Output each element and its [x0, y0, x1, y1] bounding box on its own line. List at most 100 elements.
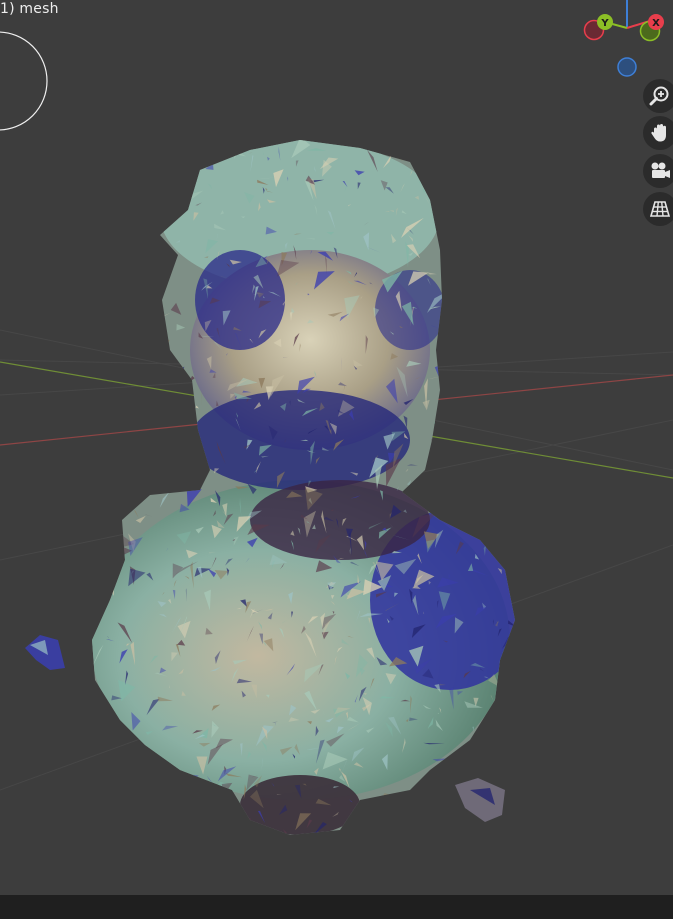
mesh-triangle [103, 424, 106, 438]
mesh-triangle [322, 140, 328, 143]
navigation-gizmo[interactable]: Y X [578, 0, 673, 84]
mesh-triangle [517, 449, 533, 475]
mesh-triangle [92, 811, 97, 825]
3d-viewport[interactable]: 1) mesh Y X [0, 0, 673, 895]
mesh-triangle [96, 457, 102, 461]
mesh-triangle [219, 795, 227, 809]
mesh-triangle [490, 337, 495, 359]
mesh-triangle [150, 293, 159, 307]
camera-button[interactable] [643, 154, 673, 188]
zoom-in-icon [649, 86, 669, 106]
mesh-triangle [449, 322, 459, 340]
mesh-triangle [495, 438, 500, 441]
mesh-triangle [147, 790, 165, 813]
mesh-triangle [153, 163, 158, 172]
mesh-triangle [474, 174, 483, 193]
mesh-triangle [168, 463, 184, 470]
mesh-triangle [113, 277, 122, 305]
mesh-triangle [452, 419, 463, 424]
mesh-triangle [439, 456, 459, 465]
mesh-triangle [445, 143, 462, 147]
mesh-triangle [441, 202, 444, 204]
mesh-triangle [421, 779, 425, 788]
mesh-triangle [92, 520, 93, 523]
mesh-triangle [106, 576, 115, 596]
mesh-triangle [484, 292, 490, 308]
mesh-triangle [137, 840, 142, 842]
mesh-triangle [514, 203, 515, 219]
camera-icon [651, 162, 670, 178]
mesh-triangle [503, 161, 511, 165]
mesh-triangle [113, 363, 118, 374]
mesh-triangle [170, 828, 177, 835]
scanned-mesh-bust[interactable] [0, 0, 673, 895]
gizmo-y-label: Y [600, 18, 609, 29]
mesh-triangle [428, 473, 432, 474]
mesh-triangle [132, 392, 138, 399]
mesh-triangle [193, 158, 197, 166]
mesh-triangle [115, 363, 126, 367]
mesh-triangle [136, 254, 142, 273]
pan-button[interactable] [643, 116, 673, 150]
mesh-triangle [373, 140, 380, 148]
mesh-triangle [141, 368, 159, 384]
mesh-triangle [520, 238, 530, 262]
mesh-triangle [490, 229, 497, 238]
mesh-triangle [93, 345, 97, 349]
mesh-triangle [525, 804, 546, 821]
mesh-triangle [118, 442, 122, 445]
mesh-triangle [178, 162, 188, 176]
mesh-triangle [159, 769, 171, 788]
mesh-triangle [129, 166, 133, 169]
gizmo-x-label: X [652, 18, 660, 29]
mesh-triangle [484, 447, 491, 461]
mesh-triangle [121, 783, 126, 791]
mesh-triangle [496, 175, 499, 177]
mesh-triangle [462, 340, 480, 366]
gizmo-neg-z[interactable] [617, 57, 637, 77]
mesh-triangle [118, 328, 126, 348]
mesh-triangle [463, 747, 471, 757]
mesh-triangle [92, 176, 106, 182]
mesh-triangle [521, 570, 529, 584]
mesh-triangle [487, 383, 490, 385]
mesh-triangle [178, 771, 181, 778]
mesh-triangle [518, 706, 527, 713]
mesh-triangle [84, 329, 92, 341]
mesh-triangle [449, 240, 454, 246]
mesh-triangle [486, 483, 501, 492]
mesh-triangle [171, 807, 174, 810]
mesh-triangle [442, 337, 447, 348]
mesh-triangle [155, 184, 160, 195]
status-bar [0, 895, 673, 919]
mesh-triangle [497, 367, 506, 379]
mesh-triangle [505, 400, 511, 420]
mesh-triangle [494, 306, 500, 314]
mesh-triangle [491, 454, 502, 472]
mesh-triangle [452, 211, 461, 214]
mesh-triangle [490, 748, 497, 758]
zoom-button[interactable] [643, 79, 673, 113]
mesh-triangle [462, 330, 470, 335]
mesh-triangle [102, 769, 105, 774]
mesh-triangle [504, 509, 508, 519]
mesh-triangle [502, 255, 505, 257]
mesh-triangle [491, 443, 500, 445]
mesh-triangle [490, 273, 497, 281]
mesh-triangle [501, 695, 512, 706]
mesh-triangle [102, 834, 113, 835]
mesh-triangle [174, 798, 183, 805]
mesh-triangle [440, 441, 446, 445]
mesh-triangle [461, 518, 477, 526]
mesh-triangle [101, 725, 106, 728]
mesh-triangle [481, 510, 487, 527]
mesh-triangle [524, 340, 529, 342]
mesh-triangle [92, 164, 105, 183]
mesh-triangle [120, 134, 124, 138]
mesh-triangle [114, 319, 137, 329]
perspective-button[interactable] [643, 192, 673, 226]
mesh-triangle [105, 791, 107, 804]
mesh-triangle [411, 820, 418, 835]
mesh-triangle [451, 236, 460, 246]
mesh-triangle [484, 729, 490, 735]
